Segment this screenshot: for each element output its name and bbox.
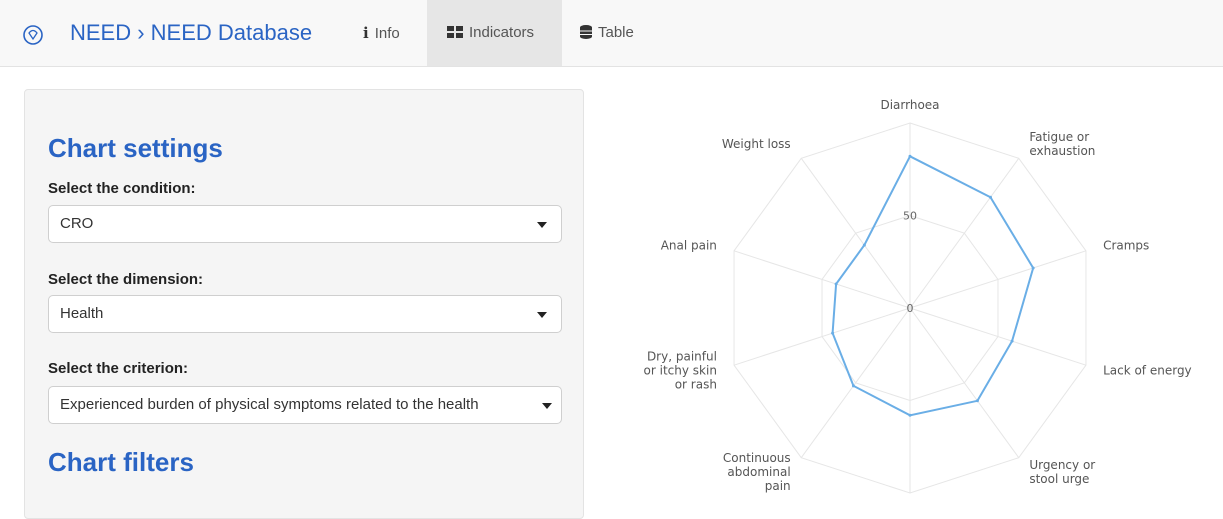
radar-axis-label: Fatigue or exhaustion xyxy=(1029,130,1095,158)
criterion-value: Experienced burden of physical symptoms … xyxy=(60,396,479,413)
radar-chart: 0 50 Diarrhoea Fatigue or exhaustion Cramps La… xyxy=(644,98,1192,505)
grid-icon xyxy=(447,0,463,66)
radar-spoke xyxy=(909,158,1020,309)
radar-data-point xyxy=(908,154,912,158)
radar-data-point xyxy=(908,413,912,417)
radar-tick-label: 50 xyxy=(903,210,917,223)
tab-info[interactable]: i Info xyxy=(363,0,425,66)
radar-data-point xyxy=(851,384,855,388)
radar-data-point xyxy=(862,243,866,247)
radar-spoke xyxy=(909,307,1020,458)
tab-indicators-label: Indicators xyxy=(469,24,535,41)
brand-breadcrumb[interactable]: NEED › NEED Database xyxy=(70,20,312,46)
radar-data-point xyxy=(975,399,979,403)
chart-filters-heading: Chart filters xyxy=(48,447,194,477)
tab-indicators[interactable]: Indicators xyxy=(427,0,562,66)
radar-axis-label: Urgency or stool urge xyxy=(1029,458,1095,486)
radar-data-point xyxy=(1010,339,1014,343)
dimension-value: Health xyxy=(60,305,104,322)
radar-axis-label: Lack of energy xyxy=(1103,364,1192,378)
app-logo-icon xyxy=(23,25,43,45)
radar-tick-label: 0 xyxy=(907,302,914,315)
radar-data-point xyxy=(831,331,835,335)
dimension-select[interactable]: Health xyxy=(48,295,562,333)
radar-data-point xyxy=(1031,266,1035,270)
radar-axis-label: Diarrhoea xyxy=(880,98,939,112)
chevron-down-icon xyxy=(542,403,552,409)
chevron-down-icon xyxy=(537,222,547,228)
database-icon xyxy=(580,0,592,66)
top-navbar: NEED › NEED Database i Info Indicators Ta… xyxy=(0,0,1223,67)
radar-axis-label: Dry, painful or itchy skin or rash xyxy=(644,350,717,392)
info-icon: i xyxy=(363,24,369,42)
chart-settings-heading: Chart settings xyxy=(48,133,223,163)
radar-data-point xyxy=(834,282,838,286)
tab-table[interactable]: Table xyxy=(580,0,660,66)
condition-value: CRO xyxy=(60,215,94,232)
radar-axis-label: Cramps xyxy=(1103,238,1149,252)
condition-label: Select the condition: xyxy=(48,180,196,197)
radar-spoke xyxy=(800,158,911,309)
dimension-label: Select the dimension: xyxy=(48,271,204,288)
radar-spoke xyxy=(800,307,911,458)
radar-axis-label: Continuous abdominal pain xyxy=(723,451,791,493)
radar-axis-label: Weight loss xyxy=(722,137,791,151)
criterion-select[interactable]: Experienced burden of physical symptoms … xyxy=(48,386,562,424)
condition-select[interactable]: CRO xyxy=(48,205,562,243)
chevron-down-icon xyxy=(537,312,547,318)
radar-data-point xyxy=(988,195,992,199)
radar-axis-label: Anal pain xyxy=(661,238,717,252)
tab-info-label: Info xyxy=(374,25,400,42)
criterion-label: Select the criterion: xyxy=(48,360,189,377)
radar-series-line xyxy=(831,154,1035,417)
tab-table-label: Table xyxy=(598,24,634,41)
